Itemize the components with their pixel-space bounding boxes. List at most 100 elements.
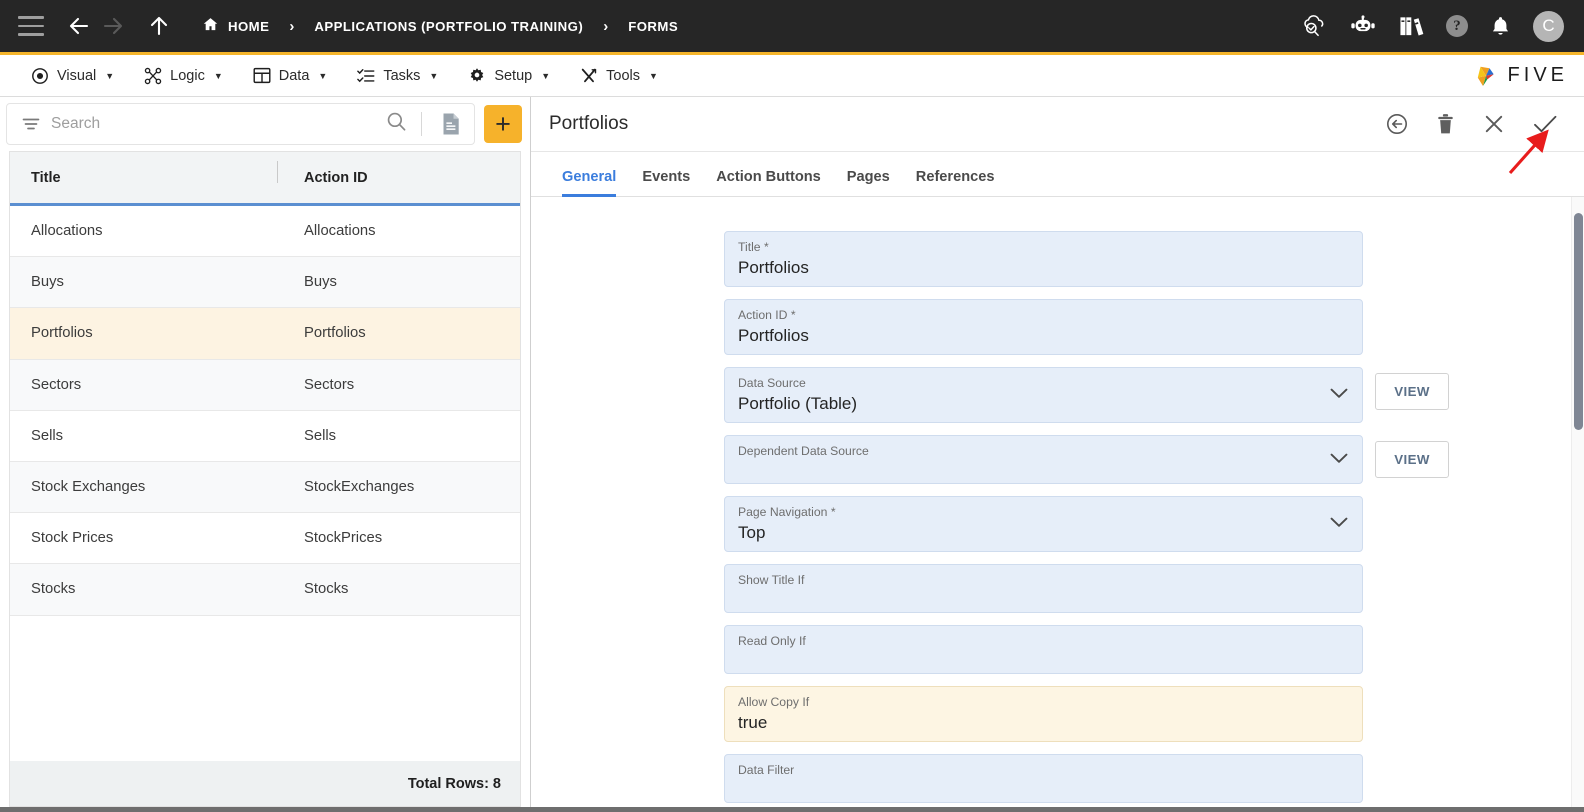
breadcrumb-label: APPLICATIONS (PORTFOLIO TRAINING) — [314, 18, 584, 34]
form-fields: Title * Portfolios Action ID * Portfolios Da… — [531, 197, 1571, 807]
field-data-source[interactable]: Data Source Portfolio (Table) — [724, 367, 1363, 423]
form-scrollbar[interactable] — [1571, 197, 1584, 807]
top-navigation-bar: HOME › APPLICATIONS (PORTFOLIO TRAINING)… — [0, 0, 1584, 55]
menu-label: Setup — [494, 67, 533, 84]
table-row[interactable]: Stock Prices StockPrices — [10, 513, 520, 565]
view-button-data-source[interactable]: VIEW — [1375, 373, 1449, 410]
view-button-dependent-data-source[interactable]: VIEW — [1375, 441, 1449, 478]
five-pinwheel-icon — [1477, 66, 1494, 86]
grid-header-row: Title Action ID — [10, 152, 520, 206]
chevron-down-icon[interactable] — [1330, 386, 1348, 404]
menu-label: Data — [278, 67, 310, 84]
table-row[interactable]: Buys Buys — [10, 257, 520, 309]
cell-title: Stocks — [31, 581, 76, 598]
form-field-row: Action ID * Portfolios — [724, 299, 1571, 355]
cell-action-id: StockPrices — [304, 530, 383, 547]
tab-events[interactable]: Events — [629, 169, 703, 196]
search-toolbar: + — [0, 97, 530, 151]
breadcrumb-item-home[interactable]: HOME — [190, 16, 281, 36]
table-row[interactable]: Sells Sells — [10, 410, 520, 462]
cell-title: Sells — [31, 427, 64, 444]
menu-item-logic[interactable]: Logic ▼ — [129, 55, 238, 96]
revert-icon[interactable] — [1385, 112, 1409, 136]
table-row[interactable]: Portfolios Portfolios — [10, 308, 520, 360]
cell-title: Stock Prices — [31, 530, 114, 547]
field-action-id[interactable]: Action ID * Portfolios — [724, 299, 1363, 355]
detail-header: Portfolios — [531, 97, 1584, 152]
cloud-check-icon[interactable] — [1300, 14, 1327, 38]
menu-item-data[interactable]: Data ▼ — [238, 55, 343, 96]
tab-references[interactable]: References — [903, 169, 1008, 196]
cell-title: Allocations — [31, 223, 103, 240]
field-title[interactable]: Title * Portfolios — [724, 231, 1363, 287]
search-icon[interactable] — [386, 111, 407, 137]
column-header-action-id[interactable]: Action ID — [277, 160, 520, 186]
cell-title: Stock Exchanges — [31, 479, 146, 496]
field-label: Page Navigation * — [738, 505, 836, 519]
field-dependent-data-source[interactable]: Dependent Data Source — [724, 435, 1363, 484]
form-field-row: Title * Portfolios — [724, 231, 1571, 287]
field-show-title-if[interactable]: Show Title If — [724, 564, 1363, 613]
table-row[interactable]: Sectors Sectors — [10, 359, 520, 411]
bell-icon[interactable] — [1490, 15, 1511, 38]
save-check-icon[interactable] — [1532, 112, 1558, 136]
field-label: Data Filter — [738, 763, 795, 777]
menu-item-visual[interactable]: Visual ▼ — [16, 55, 129, 96]
menu-item-setup[interactable]: Setup ▼ — [453, 55, 565, 96]
field-label: Allow Copy If — [738, 695, 810, 709]
menu-label: Logic — [170, 67, 205, 84]
tab-general[interactable]: General — [549, 169, 629, 197]
avatar[interactable]: C — [1533, 10, 1564, 42]
forms-list-panel: + Title Action ID AllocationsAllocations… — [0, 97, 531, 807]
filter-icon[interactable] — [21, 114, 41, 134]
table-row[interactable]: Allocations Allocations — [10, 206, 520, 258]
form-scrollbar-thumb[interactable] — [1574, 213, 1583, 430]
table-row[interactable]: Stocks Stocks — [10, 564, 520, 616]
field-value: Portfolios — [738, 326, 809, 345]
breadcrumb-item-applications[interactable]: APPLICATIONS (PORTFOLIO TRAINING) — [302, 19, 595, 34]
brand-logo: FIVE — [1471, 62, 1584, 90]
close-icon[interactable] — [1482, 112, 1506, 136]
delete-icon[interactable] — [1435, 112, 1456, 136]
form-field-row: Data Source Portfolio (Table) VIEW — [724, 367, 1571, 423]
field-data-filter[interactable]: Data Filter — [724, 754, 1363, 803]
brand-text: FIVE — [1507, 64, 1568, 86]
main-body: + Title Action ID AllocationsAllocations… — [0, 97, 1584, 807]
cell-action-id: StockExchanges — [304, 479, 415, 496]
chevron-down-icon: ▼ — [213, 70, 223, 81]
arrow-right-icon[interactable] — [96, 9, 130, 43]
forms-grid: Title Action ID Allocations Allocations Bu… — [9, 151, 521, 761]
tab-action-buttons[interactable]: Action Buttons — [703, 169, 834, 196]
form-field-row: Read Only If — [724, 625, 1571, 674]
arrow-up-icon[interactable] — [142, 9, 176, 43]
search-box[interactable] — [6, 103, 475, 145]
field-read-only-if[interactable]: Read Only If — [724, 625, 1363, 674]
help-icon[interactable]: ? — [1446, 15, 1468, 37]
arrow-left-icon[interactable] — [62, 9, 96, 43]
menu-label: Tasks — [383, 67, 421, 84]
grid-footer-total: Total Rows: 8 — [9, 761, 521, 807]
add-form-button[interactable]: + — [484, 105, 522, 143]
cell-action-id: Portfolios — [304, 325, 366, 342]
application-menu-bar: Visual ▼ Logic ▼ Data ▼ Tasks ▼ Setup ▼ … — [0, 55, 1584, 97]
books-icon[interactable] — [1399, 14, 1424, 38]
robot-chat-icon[interactable] — [1349, 15, 1377, 37]
form-field-row: Show Title If — [724, 564, 1571, 613]
menu-item-tasks[interactable]: Tasks ▼ — [342, 55, 453, 96]
chevron-down-icon[interactable] — [1330, 451, 1348, 469]
chevron-down-icon[interactable] — [1330, 515, 1348, 533]
field-label: Show Title If — [738, 573, 805, 587]
cell-action-id: Sectors — [304, 376, 355, 393]
table-row[interactable]: Stock Exchanges StockExchanges — [10, 461, 520, 514]
field-page-navigation[interactable]: Page Navigation * Top — [724, 496, 1363, 552]
document-icon[interactable] — [438, 111, 464, 137]
breadcrumb-item-forms[interactable]: FORMS — [616, 19, 690, 34]
menu-item-tools[interactable]: Tools ▼ — [565, 55, 673, 96]
search-input[interactable] — [51, 115, 376, 133]
field-allow-copy-if[interactable]: Allow Copy If true — [724, 686, 1363, 742]
cell-action-id: Sells — [304, 427, 337, 444]
home-icon — [202, 16, 219, 36]
column-header-title[interactable]: Title — [10, 170, 283, 186]
tab-pages[interactable]: Pages — [834, 169, 903, 196]
hamburger-icon[interactable] — [18, 16, 44, 36]
